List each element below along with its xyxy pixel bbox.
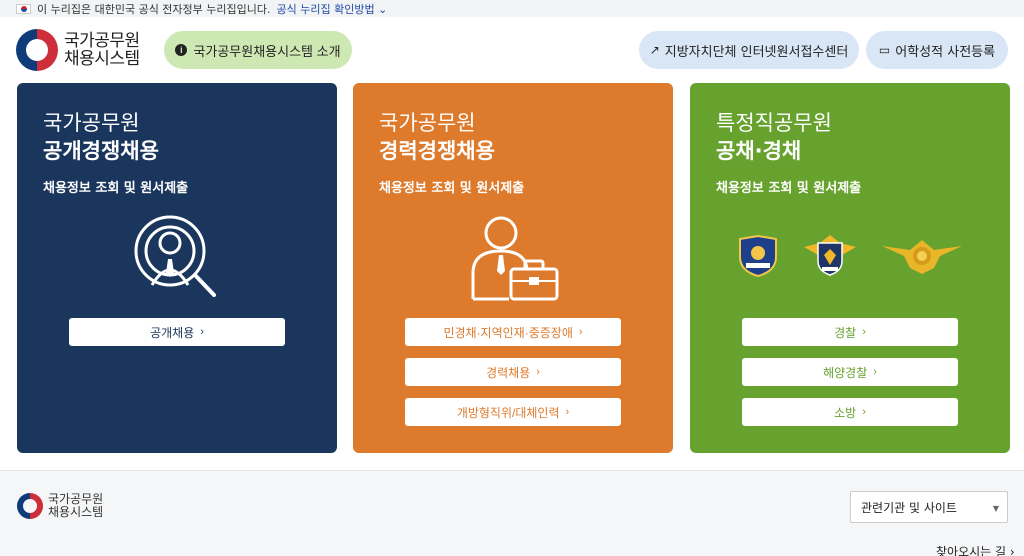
chevron-right-icon: › [1009,545,1015,556]
card-subtitle: 채용정보 조회 및 원서제출 [43,181,189,196]
card-subtitle: 채용정보 조회 및 원서제출 [379,181,525,196]
logo-line2: 채용시스템 [64,49,140,69]
related-sites-select[interactable]: 관련기관 및 사이트 ▼ [850,491,1008,523]
language-score-button[interactable]: ▭ 어학성적 사전등록 [866,31,1008,69]
caret-down-icon: ▼ [992,504,999,513]
card-career-recruitment: 국가공무원 경력경쟁채용 채용정보 조회 및 원서제출 민경채·지역인재·중증장… [353,83,673,453]
korea-flag-icon [16,3,31,14]
chevron-right-icon: › [578,326,583,338]
chevron-right-icon: › [862,406,866,418]
police-button[interactable]: 경찰 › [742,318,958,346]
system-intro-button[interactable]: i 국가공무원채용시스템 소개 [164,31,352,69]
card-title-line1: 국가공무원 [379,111,476,135]
card-title-line1: 특정직공무원 [716,111,832,135]
person-briefcase-icon [353,211,673,303]
chevron-right-icon: › [873,366,877,378]
police-emblem-icon [739,235,777,277]
career-recruitment-button[interactable]: 경력채용 › [405,358,621,386]
external-link-icon: ↗ [649,43,660,57]
coast-guard-button[interactable]: 해양경찰 › [742,358,958,386]
open-recruitment-button[interactable]: 공개채용 › [69,318,285,346]
footer-logo-line2: 채용시스템 [48,505,104,519]
header: 국가공무원 채용시스템 i 국가공무원채용시스템 소개 ↗ 지방자치단체 인터넷… [0,17,1024,83]
gov-banner: 이 누리집은 대한민국 공식 전자정부 누리집입니다. 공식 누리집 확인방법 … [0,0,1024,17]
card-title-line2: 공개경쟁채용 [43,139,159,163]
footer: 국가공무원 채용시스템 관련기관 및 사이트 ▼ 찾아오시는 길 › [0,470,1024,556]
chevron-down-icon: ⌄ [378,2,388,16]
chevron-right-icon: › [200,326,204,338]
chevron-right-icon: › [862,326,866,338]
card-title-line2: 공채·경채 [716,139,802,163]
card-title-line1: 국가공무원 [43,111,140,135]
coast-guard-emblem-icon [804,235,856,277]
fire-service-emblem-icon [882,240,962,274]
logo-line1: 국가공무원 [64,31,140,51]
agency-emblems [690,233,1010,279]
fire-service-button[interactable]: 소방 › [742,398,958,426]
gov-notice: 이 누리집은 대한민국 공식 전자정부 누리집입니다. [37,2,271,16]
info-icon: i [175,44,188,56]
taegeuk-logo-icon [16,29,58,71]
search-person-icon [17,211,337,303]
card-subtitle: 채용정보 조회 및 원서제출 [716,181,862,196]
chevron-right-icon: › [536,366,540,378]
directions-link[interactable]: 찾아오시는 길 › [936,543,1015,556]
open-position-substitute-button[interactable]: 개방형직위/대체인력 › [405,398,621,426]
chevron-right-icon: › [565,406,570,418]
card-special-officials: 특정직공무원 공채·경채 채용정보 조회 및 원서제출 경찰 › 해양경찰 › 소방… [690,83,1010,453]
card-open-recruitment: 국가공무원 공개경쟁채용 채용정보 조회 및 원서제출 공개채용 › [17,83,337,453]
site-logo[interactable]: 국가공무원 채용시스템 [16,29,140,71]
taegeuk-logo-icon [17,493,43,519]
card-title-line2: 경력경쟁채용 [379,139,495,163]
local-gov-center-button[interactable]: ↗ 지방자치단체 인터넷원서접수센터 [639,31,859,69]
document-icon: ▭ [878,43,891,57]
footer-logo: 국가공무원 채용시스템 [17,493,103,519]
entry-level-regional-disabled-button[interactable]: 민경채·지역인재·중증장애 › [405,318,621,346]
gov-verify-link[interactable]: 공식 누리집 확인방법 ⌄ [277,1,388,17]
